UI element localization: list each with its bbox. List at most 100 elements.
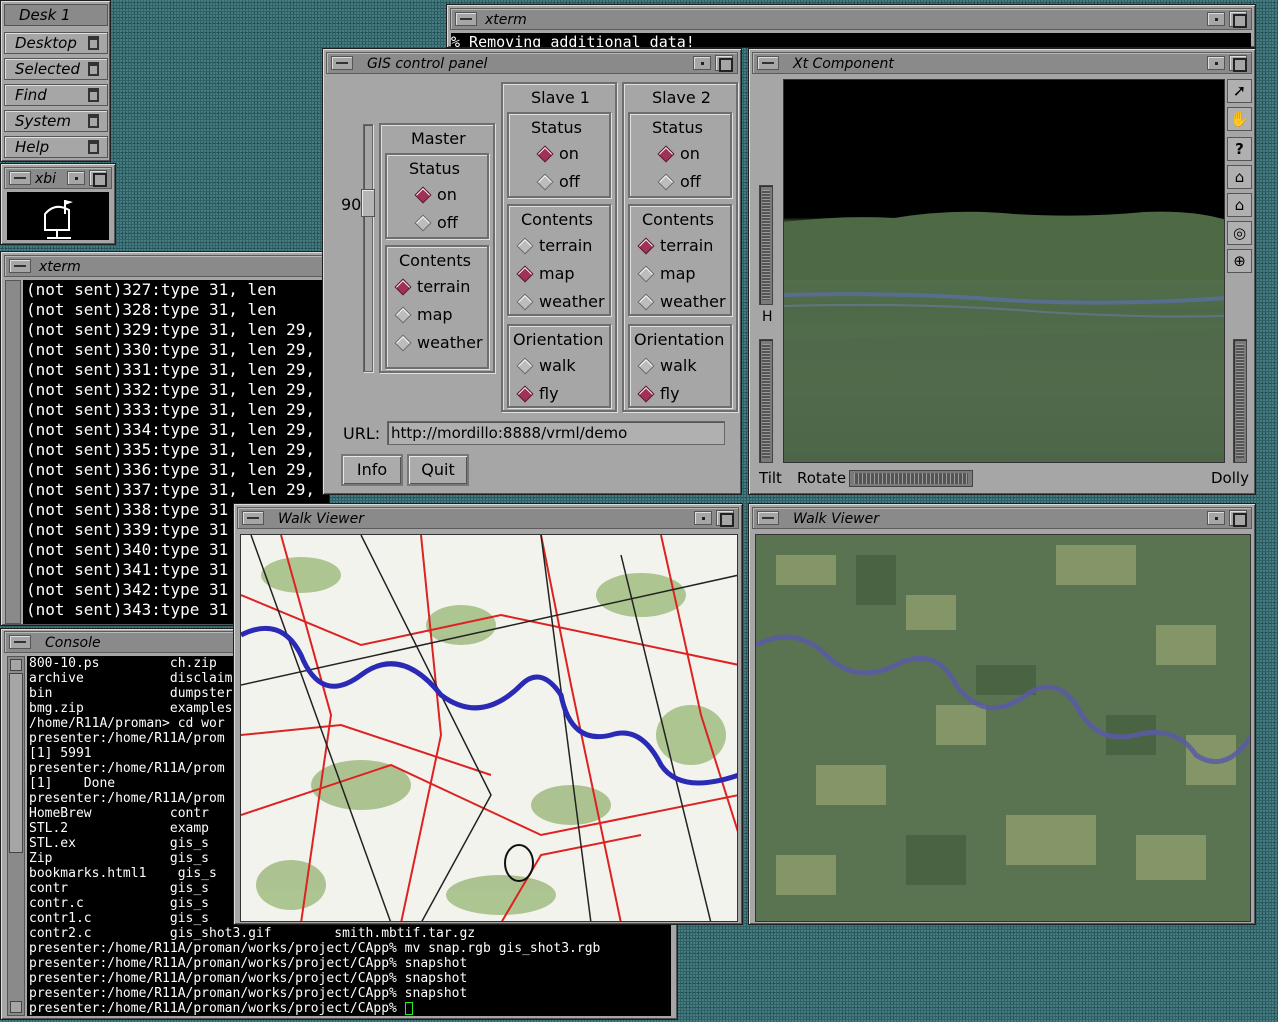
slave1-status-group: Status on off bbox=[507, 112, 611, 198]
maximize-button[interactable] bbox=[1229, 55, 1247, 72]
tilt-thumbwheel[interactable] bbox=[759, 339, 773, 463]
console-line: contr2.c gis_shot3.gif smith.mbtif.tar.g… bbox=[29, 926, 476, 941]
window-menu-button[interactable] bbox=[9, 635, 31, 649]
help-icon[interactable]: ? bbox=[1227, 137, 1252, 161]
xterm-left-line: (not sent)327:type 31, len bbox=[26, 280, 277, 299]
desk-help-label: Help bbox=[15, 138, 50, 156]
maximize-button[interactable] bbox=[1229, 510, 1247, 527]
window-menu-button[interactable] bbox=[455, 12, 477, 26]
url-input[interactable]: http://mordillo:8888/vrml/demo bbox=[387, 421, 725, 445]
slave1-orientation-group: Orientation walk fly bbox=[507, 324, 611, 408]
slave2-terrain-radio[interactable] bbox=[637, 237, 655, 255]
minimize-button[interactable] bbox=[1207, 12, 1225, 26]
slave1-fly-label: fly bbox=[539, 384, 559, 403]
slave1-status-off-radio[interactable] bbox=[536, 173, 554, 191]
pointer-icon[interactable]: ➚ bbox=[1227, 79, 1252, 103]
maximize-button[interactable] bbox=[715, 55, 733, 72]
desk-find-button[interactable]: Find bbox=[4, 84, 108, 106]
slave1-status-off-label: off bbox=[559, 172, 580, 191]
slave1-map-label: map bbox=[539, 264, 575, 283]
xterm-left-scrollbar[interactable] bbox=[5, 280, 21, 624]
xterm-left-line: (not sent)334:type 31, len 29, bbox=[26, 420, 315, 439]
desk-help-button[interactable]: Help bbox=[4, 136, 108, 158]
walk1-title: Walk Viewer bbox=[278, 511, 365, 527]
slave1-weather-label: weather bbox=[539, 292, 605, 311]
desk-selected-label: Selected bbox=[15, 60, 81, 78]
master-slider-thumb[interactable] bbox=[361, 189, 375, 217]
satellite-image bbox=[756, 545, 1250, 895]
slave2-status-on-radio[interactable] bbox=[657, 145, 675, 163]
window-menu-button[interactable] bbox=[9, 171, 31, 185]
minimize-button[interactable] bbox=[67, 171, 85, 185]
xterm-left-line: (not sent)328:type 31, len bbox=[26, 300, 277, 319]
slave1-terrain-radio[interactable] bbox=[516, 237, 534, 255]
slave1-fly-radio[interactable] bbox=[516, 385, 534, 403]
maximize-button[interactable] bbox=[89, 170, 107, 187]
minimize-button[interactable] bbox=[1207, 56, 1225, 70]
window-menu-button[interactable] bbox=[757, 511, 779, 525]
slave2-panel: Slave 2 Status on off Contents terrain m… bbox=[622, 82, 738, 412]
h-label: H bbox=[762, 309, 773, 325]
xterm-left-line: (not sent)330:type 31, len 29, bbox=[26, 340, 315, 359]
3d-terrain-view[interactable] bbox=[783, 79, 1225, 463]
slave2-weather-radio[interactable] bbox=[637, 293, 655, 311]
slave1-status-on-radio[interactable] bbox=[536, 145, 554, 163]
master-status-off-radio[interactable] bbox=[414, 214, 432, 232]
xterm-left-line: (not sent)333:type 31, len 29, bbox=[26, 400, 315, 419]
topo-map-view[interactable] bbox=[240, 534, 738, 922]
console-scroll-thumb[interactable] bbox=[9, 673, 23, 853]
master-status-group: Status on off bbox=[385, 153, 489, 239]
set-home-icon[interactable]: ⌂ bbox=[1227, 193, 1252, 217]
minimize-button[interactable] bbox=[693, 56, 711, 70]
slave1-title: Slave 1 bbox=[531, 88, 590, 107]
info-button[interactable]: Info bbox=[341, 454, 403, 486]
desk-selected-button[interactable]: Selected bbox=[4, 58, 108, 80]
console-scrollbar[interactable] bbox=[7, 656, 25, 1016]
window-menu-button[interactable] bbox=[242, 511, 264, 525]
h-thumbwheel[interactable] bbox=[759, 185, 773, 305]
master-map-radio[interactable] bbox=[394, 306, 412, 324]
master-terrain-radio[interactable] bbox=[394, 278, 412, 296]
console-line: presenter:/home/R11A/proman/works/projec… bbox=[29, 986, 468, 1001]
desk-system-button[interactable]: System bbox=[4, 110, 108, 132]
seek-icon[interactable]: ⊕ bbox=[1227, 249, 1252, 273]
window-menu-button[interactable] bbox=[757, 56, 779, 70]
slave2-walk-radio[interactable] bbox=[637, 357, 655, 375]
minimize-button[interactable] bbox=[694, 511, 712, 525]
view-all-icon[interactable]: ◎ bbox=[1227, 221, 1252, 245]
gis-title: GIS control panel bbox=[367, 56, 488, 72]
quit-button[interactable]: Quit bbox=[407, 454, 469, 486]
menu-icon bbox=[88, 114, 99, 128]
hand-icon[interactable]: ✋ bbox=[1227, 107, 1252, 131]
slave2-map-radio[interactable] bbox=[637, 265, 655, 283]
slave1-contents-group: Contents terrain map weather bbox=[507, 204, 611, 316]
slave1-weather-radio[interactable] bbox=[516, 293, 534, 311]
scroll-up-arrow-icon[interactable] bbox=[10, 659, 22, 671]
master-slider[interactable] bbox=[363, 124, 373, 372]
console-line: presenter:/home/R11A/proman/works/projec… bbox=[29, 971, 468, 986]
desk-desktop-button[interactable]: Desktop bbox=[4, 32, 108, 54]
window-menu-button[interactable] bbox=[331, 56, 353, 70]
home-icon[interactable]: ⌂ bbox=[1227, 165, 1252, 189]
slave1-walk-radio[interactable] bbox=[516, 357, 534, 375]
dolly-thumbwheel[interactable] bbox=[1233, 339, 1247, 463]
menu-icon bbox=[88, 62, 99, 76]
slave2-contents-title: Contents bbox=[642, 210, 714, 229]
scroll-down-arrow-icon[interactable] bbox=[10, 1001, 22, 1013]
xterm-top-output: % Removing additional data! bbox=[451, 33, 1251, 47]
maximize-button[interactable] bbox=[716, 510, 734, 527]
xterm-left-title: xterm bbox=[39, 259, 81, 275]
slave2-status-off-radio[interactable] bbox=[657, 173, 675, 191]
walk-viewer-sat-window: Walk Viewer bbox=[748, 503, 1256, 925]
rotate-thumbwheel[interactable] bbox=[849, 470, 973, 487]
master-status-on-radio[interactable] bbox=[414, 186, 432, 204]
master-weather-radio[interactable] bbox=[394, 334, 412, 352]
slave1-map-radio[interactable] bbox=[516, 265, 534, 283]
walk-viewer-map-window: Walk Viewer bbox=[233, 503, 743, 925]
slave2-fly-radio[interactable] bbox=[637, 385, 655, 403]
maximize-button[interactable] bbox=[1229, 11, 1247, 28]
window-menu-button[interactable] bbox=[9, 259, 31, 273]
gis-control-panel-window: GIS control panel 90 Master Status on of… bbox=[322, 48, 742, 495]
satellite-view[interactable] bbox=[755, 534, 1251, 922]
minimize-button[interactable] bbox=[1207, 511, 1225, 525]
